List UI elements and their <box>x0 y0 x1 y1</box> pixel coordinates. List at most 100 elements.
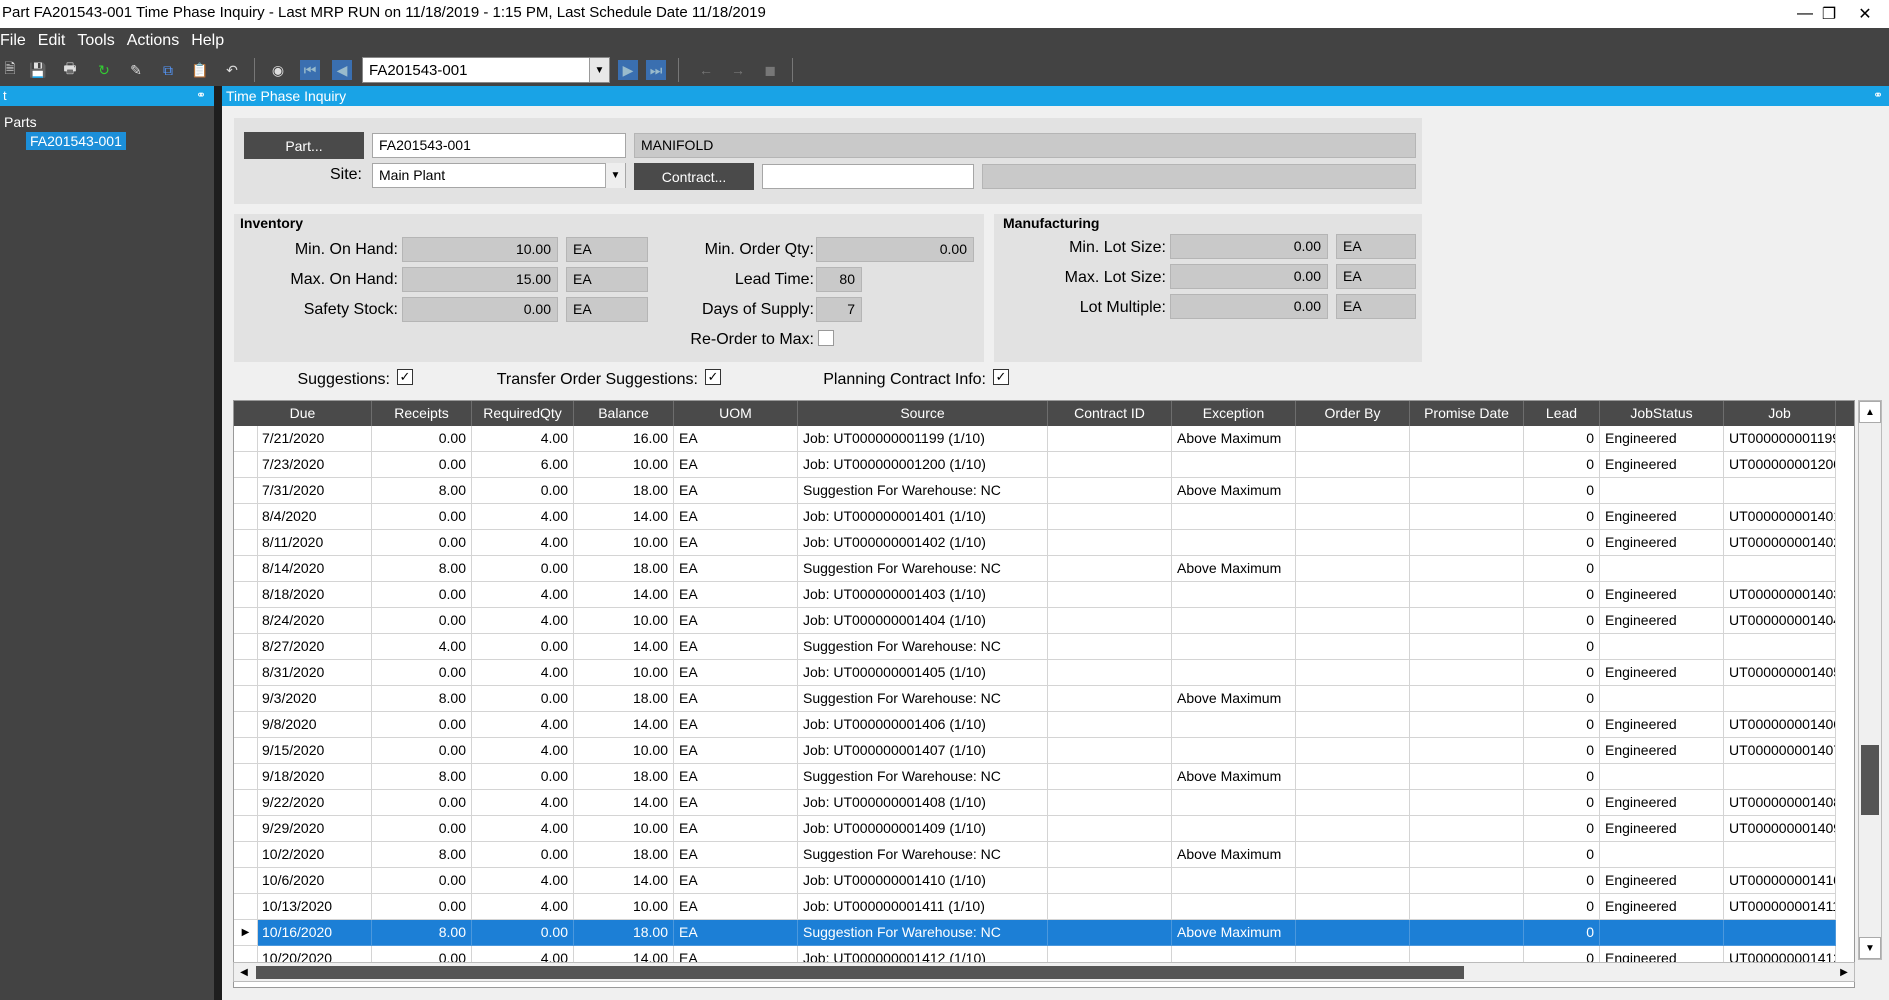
cell-exception[interactable]: Above Maximum <box>1172 842 1296 868</box>
cell-source[interactable]: Job: UT000000001407 (1/10) <box>798 738 1048 764</box>
suggestions-checkbox[interactable]: ✓ <box>397 369 413 385</box>
cell-source[interactable]: Job: UT000000001405 (1/10) <box>798 660 1048 686</box>
table-row[interactable]: 9/22/2020 0.00 4.00 14.00 EA Job: UT000000001… <box>234 790 1854 816</box>
cell-job-status[interactable]: Engineered <box>1600 426 1724 452</box>
table-row[interactable]: 8/24/2020 0.00 4.00 10.00 EA Job: UT000000001… <box>234 608 1854 634</box>
row-selector[interactable] <box>234 530 258 556</box>
cell-receipts[interactable]: 0.00 <box>372 790 472 816</box>
first-record-icon[interactable]: ⏮ <box>300 60 320 80</box>
cell-promise-date[interactable] <box>1410 868 1524 894</box>
cell-balance[interactable]: 14.00 <box>574 712 674 738</box>
row-selector[interactable] <box>234 842 258 868</box>
cell-contract-id[interactable] <box>1048 478 1172 504</box>
print-icon[interactable]: 🖶 <box>60 60 80 80</box>
scroll-up-icon[interactable]: ▲ <box>1859 401 1881 423</box>
table-row[interactable]: 9/15/2020 0.00 4.00 10.00 EA Job: UT000000001… <box>234 738 1854 764</box>
last-record-icon[interactable]: ⏭ <box>646 60 666 80</box>
row-selector[interactable] <box>234 478 258 504</box>
cell-source[interactable]: Suggestion For Warehouse: NC <box>798 920 1048 946</box>
cell-contract-id[interactable] <box>1048 920 1172 946</box>
table-row[interactable]: 10/2/2020 8.00 0.00 18.00 EA Suggestion For W… <box>234 842 1854 868</box>
cell-contract-id[interactable] <box>1048 712 1172 738</box>
cell-promise-date[interactable] <box>1410 686 1524 712</box>
row-selector[interactable] <box>234 582 258 608</box>
cell-uom[interactable]: EA <box>674 790 798 816</box>
new-icon[interactable]: 🗎 <box>0 60 20 80</box>
column-header-uom[interactable]: UOM <box>674 401 798 426</box>
table-row[interactable]: 9/8/2020 0.00 4.00 14.00 EA Job: UT0000000014… <box>234 712 1854 738</box>
clear-icon[interactable]: ✎ <box>126 60 146 80</box>
cell-order-by[interactable] <box>1296 504 1410 530</box>
cell-lead[interactable]: 0 <box>1524 478 1600 504</box>
cell-order-by[interactable] <box>1296 634 1410 660</box>
cell-job[interactable] <box>1724 634 1836 660</box>
cell-contract-id[interactable] <box>1048 660 1172 686</box>
cell-lead[interactable]: 0 <box>1524 504 1600 530</box>
cell-uom[interactable]: EA <box>674 712 798 738</box>
cell-job[interactable]: UT000000001410 <box>1724 868 1836 894</box>
search-binoculars-icon[interactable]: ◉ <box>268 60 288 80</box>
back-icon[interactable]: ← <box>696 60 716 80</box>
cell-uom[interactable]: EA <box>674 582 798 608</box>
table-row[interactable]: 7/23/2020 0.00 6.00 10.00 EA Job: UT000000001… <box>234 452 1854 478</box>
cell-uom[interactable]: EA <box>674 452 798 478</box>
column-header-job[interactable]: Job <box>1724 401 1836 426</box>
cell-job-status[interactable] <box>1600 842 1724 868</box>
cell-promise-date[interactable] <box>1410 816 1524 842</box>
cell-required-qty[interactable]: 0.00 <box>472 478 574 504</box>
column-header-lead[interactable]: Lead <box>1524 401 1600 426</box>
cell-lead[interactable]: 0 <box>1524 712 1600 738</box>
cell-promise-date[interactable] <box>1410 634 1524 660</box>
cell-job[interactable]: UT000000001408 <box>1724 790 1836 816</box>
cell-required-qty[interactable]: 4.00 <box>472 894 574 920</box>
menu-help[interactable]: Help <box>185 32 230 50</box>
row-selector[interactable] <box>234 608 258 634</box>
column-header-order-by[interactable]: Order By <box>1296 401 1410 426</box>
cell-exception[interactable] <box>1172 530 1296 556</box>
cell-lead[interactable]: 0 <box>1524 790 1600 816</box>
cell-order-by[interactable] <box>1296 660 1410 686</box>
cell-job[interactable]: UT000000001199 <box>1724 426 1836 452</box>
cell-contract-id[interactable] <box>1048 556 1172 582</box>
cell-receipts[interactable]: 0.00 <box>372 816 472 842</box>
cell-balance[interactable]: 18.00 <box>574 478 674 504</box>
cell-lead[interactable]: 0 <box>1524 920 1600 946</box>
cell-exception[interactable] <box>1172 504 1296 530</box>
cell-order-by[interactable] <box>1296 608 1410 634</box>
cell-contract-id[interactable] <box>1048 868 1172 894</box>
row-selector[interactable] <box>234 556 258 582</box>
column-header-promise-date[interactable]: Promise Date <box>1410 401 1524 426</box>
cell-job-status[interactable]: Engineered <box>1600 712 1724 738</box>
time-phase-grid[interactable]: Due Receipts RequiredQty Balance UOM Source Co… <box>233 400 1855 988</box>
refresh-icon[interactable]: ↻ <box>94 60 114 80</box>
cell-promise-date[interactable] <box>1410 660 1524 686</box>
cell-uom[interactable]: EA <box>674 608 798 634</box>
cell-uom[interactable]: EA <box>674 556 798 582</box>
cell-contract-id[interactable] <box>1048 426 1172 452</box>
cell-order-by[interactable] <box>1296 530 1410 556</box>
cell-required-qty[interactable]: 0.00 <box>472 842 574 868</box>
cell-receipts[interactable]: 0.00 <box>372 712 472 738</box>
cell-order-by[interactable] <box>1296 894 1410 920</box>
site-select[interactable]: Main Plant <box>372 163 626 188</box>
cell-exception[interactable]: Above Maximum <box>1172 426 1296 452</box>
cell-uom[interactable]: EA <box>674 530 798 556</box>
menu-file[interactable]: File <box>0 32 32 50</box>
cell-job[interactable]: UT000000001411 <box>1724 894 1836 920</box>
cell-exception[interactable]: Above Maximum <box>1172 686 1296 712</box>
cell-promise-date[interactable] <box>1410 712 1524 738</box>
cell-contract-id[interactable] <box>1048 738 1172 764</box>
cell-job[interactable] <box>1724 920 1836 946</box>
panel-splitter[interactable] <box>214 86 222 1000</box>
cell-promise-date[interactable] <box>1410 452 1524 478</box>
cell-order-by[interactable] <box>1296 686 1410 712</box>
cell-receipts[interactable]: 0.00 <box>372 426 472 452</box>
cell-lead[interactable]: 0 <box>1524 868 1600 894</box>
column-header-exception[interactable]: Exception <box>1172 401 1296 426</box>
cell-order-by[interactable] <box>1296 790 1410 816</box>
cell-lead[interactable]: 0 <box>1524 556 1600 582</box>
row-selector[interactable] <box>234 790 258 816</box>
pin-icon[interactable]: ⚭ <box>196 88 206 102</box>
cell-order-by[interactable] <box>1296 582 1410 608</box>
cell-order-by[interactable] <box>1296 452 1410 478</box>
